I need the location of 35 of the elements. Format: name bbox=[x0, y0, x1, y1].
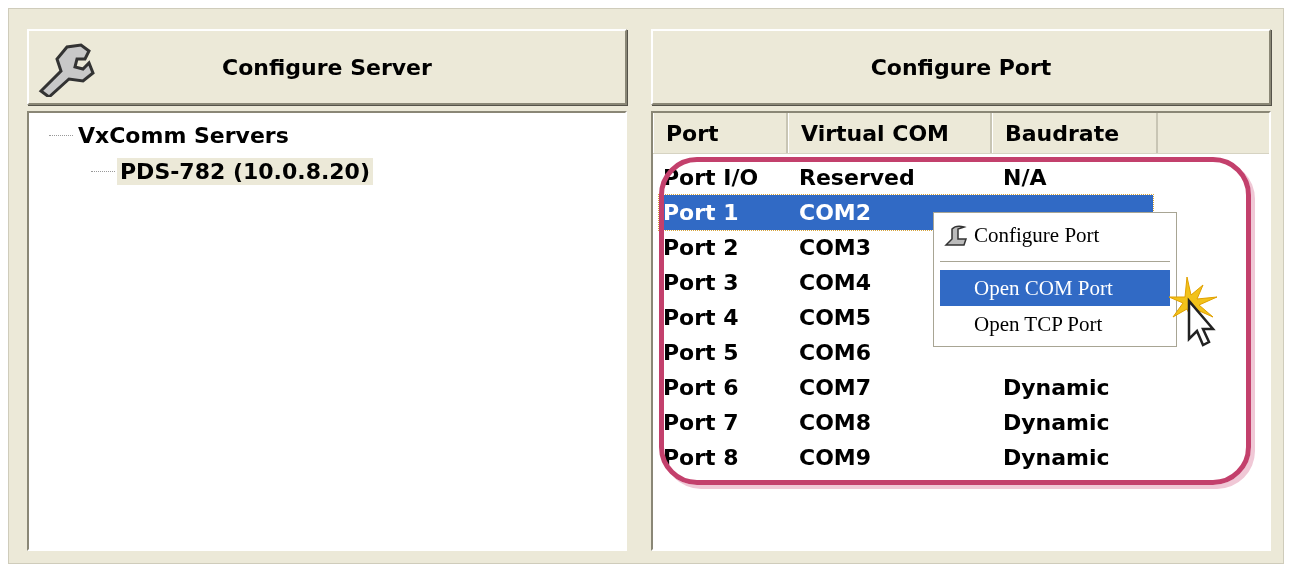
table-cell: COM8 bbox=[799, 410, 872, 435]
table-cell: COM4 bbox=[799, 270, 872, 295]
table-cell: COM5 bbox=[799, 305, 872, 330]
table-cell: Port 2 bbox=[663, 235, 739, 260]
tree-item[interactable]: PDS-782 (10.0.8.20) bbox=[117, 157, 373, 185]
table-cell: Port 3 bbox=[663, 270, 739, 295]
table-cell: Port 1 bbox=[663, 200, 739, 225]
table-cell: Port 6 bbox=[663, 375, 739, 400]
table-cell: COM6 bbox=[799, 340, 872, 365]
header-title: Configure Port bbox=[870, 54, 1052, 80]
table-cell: COM7 bbox=[799, 375, 872, 400]
column-header[interactable]: Virtual COM bbox=[788, 113, 992, 153]
table-cell: Port 4 bbox=[663, 305, 739, 330]
table-cell: Dynamic bbox=[1003, 410, 1110, 435]
menu-item[interactable]: Open TCP Port bbox=[940, 306, 1170, 342]
column-header[interactable]: Port bbox=[653, 113, 788, 153]
table-cell: N/A bbox=[1003, 165, 1047, 190]
table-cell: Reserved bbox=[799, 165, 915, 190]
configure-port-header[interactable]: Configure Port bbox=[651, 29, 1271, 105]
port-row[interactable]: Port 8 COM9 Dynamic bbox=[659, 440, 1153, 475]
table-cell: Port 8 bbox=[663, 445, 739, 470]
menu-item[interactable]: Open COM Port bbox=[940, 270, 1170, 306]
configure-server-header[interactable]: Configure Server bbox=[27, 29, 627, 105]
port-row[interactable]: Port 6 COM7 Dynamic bbox=[659, 370, 1153, 405]
port-row[interactable]: Port 7 COM8 Dynamic bbox=[659, 405, 1153, 440]
table-cell: Port 5 bbox=[663, 340, 739, 365]
table-cell: COM3 bbox=[799, 235, 872, 260]
table-cell: Dynamic bbox=[1003, 375, 1110, 400]
header-title: Configure Server bbox=[222, 54, 432, 80]
table-cell: Port 7 bbox=[663, 410, 739, 435]
table-cell: COM2 bbox=[799, 200, 872, 225]
table-cell: Dynamic bbox=[1003, 445, 1110, 470]
table-cell: COM9 bbox=[799, 445, 872, 470]
tree-item[interactable]: VxComm Servers bbox=[75, 121, 292, 149]
column-header[interactable]: Baudrate bbox=[992, 113, 1158, 153]
